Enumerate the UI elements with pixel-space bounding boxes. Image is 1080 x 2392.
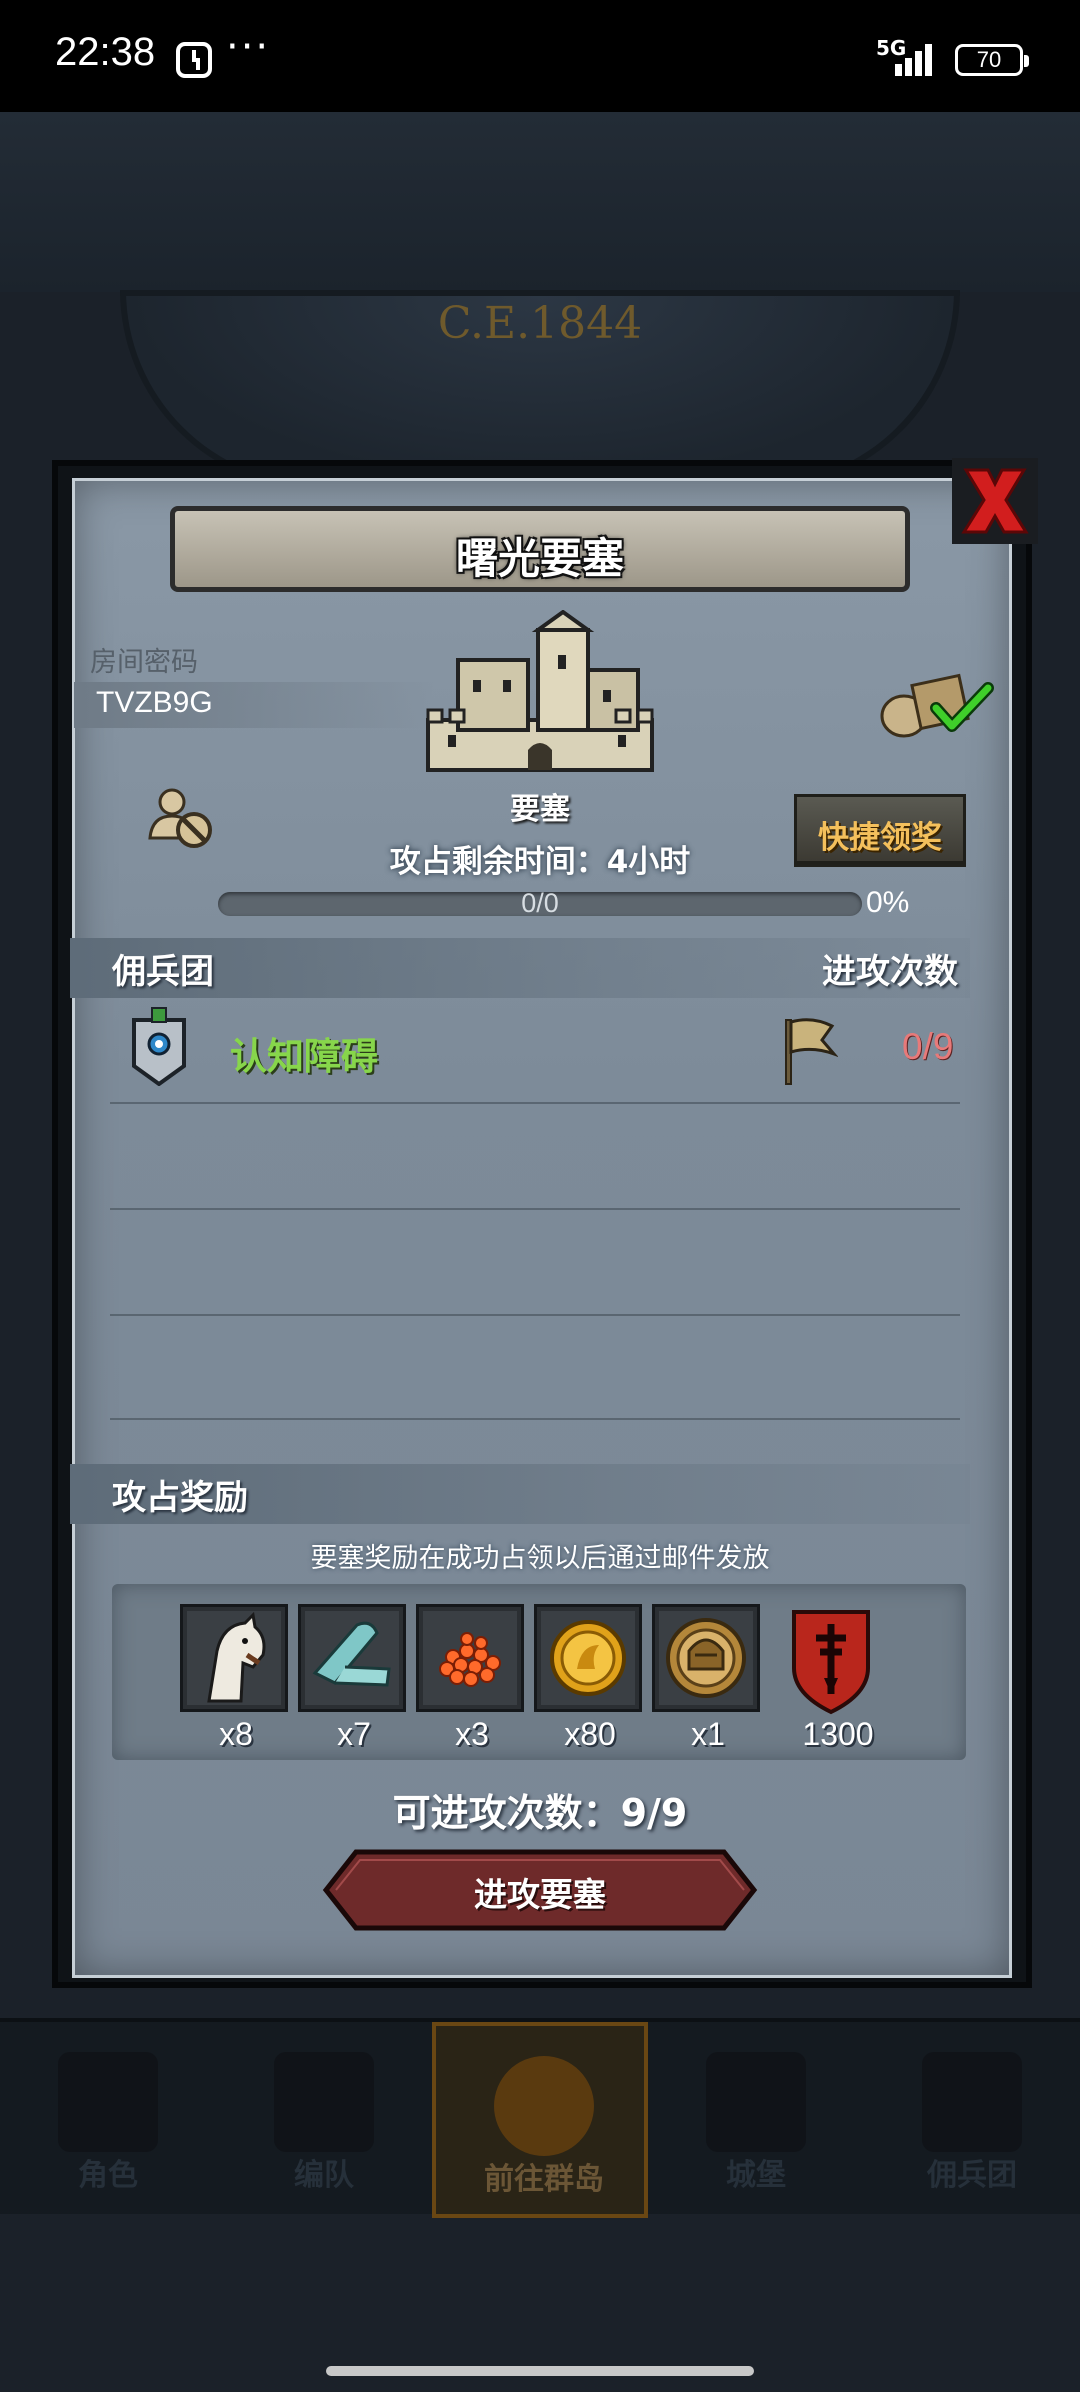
castle-tab-icon [706, 2052, 806, 2152]
reward-qty: x80 [564, 1716, 616, 1752]
tab-formation[interactable]: 编队 [216, 2022, 432, 2218]
reward-qty: 1300 [802, 1716, 874, 1752]
row-divider [110, 1314, 960, 1316]
row-divider [110, 1208, 960, 1210]
tab-label: 编队 [294, 2158, 354, 2193]
progress-percent: 0% [866, 886, 910, 919]
horse-icon [187, 1611, 281, 1705]
roe-icon [423, 1611, 517, 1705]
reward-item-helmet-medal[interactable] [652, 1604, 760, 1712]
row-divider [110, 1102, 960, 1104]
castle-icon [426, 610, 654, 772]
title-banner: 曙光要塞 [170, 506, 910, 592]
reward-item-horse[interactable] [180, 1604, 288, 1712]
tab-label: 城堡 [726, 2158, 786, 2193]
attack-fortress-label: 进攻要塞 [474, 1875, 606, 1914]
signal-icon [895, 40, 941, 76]
tab-label: 角色 [78, 2158, 138, 2193]
tab-islands[interactable]: 前往群岛 [432, 2022, 648, 2218]
reward-qty: x1 [691, 1716, 725, 1752]
close-icon [961, 468, 1029, 534]
reward-qty: x8 [219, 1716, 253, 1752]
tab-castle[interactable]: 城堡 [648, 2022, 864, 2218]
flag-icon [785, 1018, 838, 1085]
tab-label: 佣兵团 [927, 2158, 1017, 2193]
row-divider [110, 1418, 960, 1420]
battery-icon: 70 [955, 44, 1029, 76]
mercenary-tab-icon [922, 2052, 1022, 2152]
room-password-label: 房间密码 [90, 647, 198, 678]
attack-count-title: 进攻次数 [822, 952, 958, 992]
cloth-icon [305, 1611, 399, 1705]
capture-progress-bar: 0/0 [218, 888, 862, 918]
rewards-note: 要塞奖励在成功占领以后通过邮件发放 [310, 1543, 770, 1574]
gold-coin-icon [541, 1611, 635, 1705]
background-top [0, 112, 1080, 292]
tab-character[interactable]: 角色 [0, 2022, 216, 2218]
available-attacks: 可进攻次数：9/9 [392, 1791, 688, 1835]
reward-item-gold-coin[interactable] [534, 1604, 642, 1712]
red-shield-icon [792, 1610, 870, 1715]
mercenary-section-title: 佣兵团 [112, 952, 214, 992]
era-label: C.E.1844 [437, 298, 643, 349]
reward-qty: x3 [455, 1716, 489, 1752]
remaining-time: 攻占剩余时间：4小时 [389, 844, 691, 880]
helmet-medal-icon [659, 1611, 753, 1705]
tab-mercenary[interactable]: 佣兵团 [864, 2022, 1080, 2218]
dialog-title: 曙光要塞 [455, 534, 624, 583]
mercenary-attack-count: 0/9 [902, 1026, 954, 1067]
compass-icon [494, 2056, 594, 2156]
status-bar: 22:38 ··· 5G 70 [0, 0, 1080, 112]
mercenary-name: 认知障碍 [230, 1035, 378, 1078]
guild-banner-icon [132, 1007, 186, 1086]
more-notifications-icon: ··· [226, 24, 271, 70]
progress-value: 0/0 [521, 888, 559, 918]
reward-qty: x7 [337, 1716, 371, 1752]
home-indicator[interactable] [326, 2366, 754, 2376]
reward-item-roe[interactable] [416, 1604, 524, 1712]
knight-icon [58, 2052, 158, 2152]
rewards-section-title: 攻占奖励 [112, 1478, 248, 1518]
close-button[interactable] [952, 458, 1038, 544]
reward-claimed-icon[interactable] [876, 670, 996, 740]
alarm-clock-icon [176, 42, 212, 78]
reward-item-cloth[interactable] [298, 1604, 406, 1712]
helmet-icon [274, 2052, 374, 2152]
bottom-tab-bar: 角色 编队 前往群岛 城堡 佣兵团 [0, 2018, 1080, 2218]
tab-label: 前往群岛 [484, 2162, 604, 2197]
reward-item-red-shield[interactable] [780, 1604, 888, 1715]
attack-fortress-button[interactable]: 进攻要塞 [322, 1848, 758, 1932]
room-code[interactable]: TVZB9G [96, 686, 213, 720]
status-time: 22:38 [55, 30, 156, 74]
